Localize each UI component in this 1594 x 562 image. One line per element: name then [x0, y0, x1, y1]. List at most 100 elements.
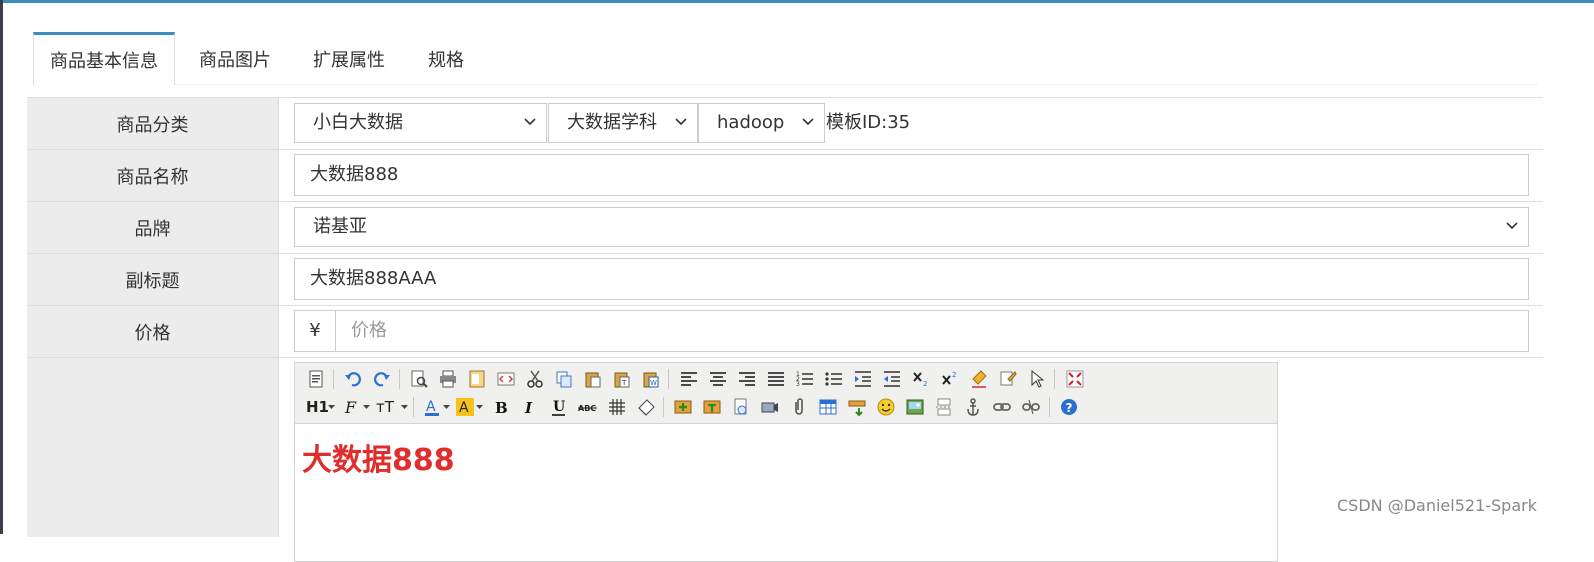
- insert-row-above-icon[interactable]: [673, 397, 693, 417]
- name-label: 商品名称: [27, 150, 279, 201]
- undo-icon[interactable]: [343, 369, 363, 389]
- paste-text-icon[interactable]: T: [612, 369, 632, 389]
- category1-select[interactable]: 小白大数据: [294, 103, 547, 143]
- background-color-icon[interactable]: A: [455, 397, 475, 417]
- align-left-icon[interactable]: [679, 369, 699, 389]
- attachment-file-icon[interactable]: [731, 397, 751, 417]
- toolbar-separator: [1054, 369, 1055, 389]
- toolbar-separator: [1049, 397, 1050, 417]
- source-code-icon[interactable]: [306, 369, 326, 389]
- left-sidebar-edge: [0, 0, 3, 534]
- category2-value: 大数据学科: [567, 112, 657, 133]
- heading-dropdown[interactable]: H1: [306, 396, 329, 418]
- tab-bar: 商品基本信息 商品图片 扩展属性 规格: [33, 32, 1538, 85]
- editor-content[interactable]: 大数据888: [302, 435, 455, 479]
- font-size-dropdown[interactable]: тT: [376, 396, 394, 418]
- format-painter-icon[interactable]: [998, 369, 1018, 389]
- brand-select[interactable]: 诺基亚: [294, 207, 1529, 247]
- anchor-icon[interactable]: [963, 397, 983, 417]
- underline-icon[interactable]: U: [549, 397, 569, 417]
- font-color-icon[interactable]: A: [423, 397, 443, 417]
- select-all-icon[interactable]: [1027, 369, 1047, 389]
- italic-icon[interactable]: I: [520, 397, 540, 417]
- indent-icon[interactable]: [853, 369, 873, 389]
- editor-toolbar: T W 123 2 2 H1 F тT A A B I U ABC ?: [295, 363, 1277, 424]
- chevron-down-icon: [1506, 208, 1518, 246]
- code-snippet-icon[interactable]: [496, 369, 516, 389]
- svg-text:U: U: [553, 399, 565, 415]
- category-row: 商品分类 小白大数据 大数据学科 hadoop 模板ID:35: [27, 97, 1543, 149]
- insert-table-icon[interactable]: [818, 397, 838, 417]
- insert-row-below-icon[interactable]: [702, 397, 722, 417]
- subtitle-label: 副标题: [27, 254, 279, 305]
- svg-text:B: B: [495, 399, 508, 417]
- chevron-down-icon: [328, 405, 335, 409]
- paste-word-icon[interactable]: W: [641, 369, 661, 389]
- help-icon[interactable]: ?: [1059, 397, 1079, 417]
- video-icon[interactable]: [760, 397, 780, 417]
- toolbar-separator: [668, 369, 669, 389]
- paperclip-icon[interactable]: [789, 397, 809, 417]
- category-field: 小白大数据 大数据学科 hadoop 模板ID:35: [280, 98, 1543, 149]
- unordered-list-icon[interactable]: [824, 369, 844, 389]
- tab-basic-info[interactable]: 商品基本信息: [33, 32, 175, 85]
- subtitle-row: 副标题 大数据888AAA: [27, 253, 1543, 305]
- brand-label: 品牌: [27, 202, 279, 253]
- print-icon[interactable]: [438, 369, 458, 389]
- link-icon[interactable]: [992, 397, 1012, 417]
- svg-text:A: A: [459, 400, 469, 416]
- emoticon-icon[interactable]: [876, 397, 896, 417]
- toolbar-separator: [399, 369, 400, 389]
- template-icon[interactable]: [467, 369, 487, 389]
- chevron-down-icon: [363, 405, 370, 409]
- fullscreen-icon[interactable]: [1065, 369, 1085, 389]
- eraser-icon[interactable]: [636, 397, 656, 417]
- tab-specs[interactable]: 规格: [418, 32, 474, 84]
- ordered-list-icon[interactable]: 123: [795, 369, 815, 389]
- superscript-icon[interactable]: 2: [940, 369, 960, 389]
- svg-text:3: 3: [796, 381, 800, 388]
- tab-images[interactable]: 商品图片: [189, 32, 281, 84]
- category2-select[interactable]: 大数据学科: [548, 103, 698, 143]
- image-icon[interactable]: [905, 397, 925, 417]
- insert-pagebreak-icon[interactable]: [847, 397, 867, 417]
- justify-icon[interactable]: [766, 369, 786, 389]
- strikethrough-icon[interactable]: ABC: [578, 397, 598, 417]
- chevron-down-icon: [443, 405, 450, 409]
- copy-icon[interactable]: [554, 369, 574, 389]
- chevron-down-icon: [401, 405, 408, 409]
- paste-icon[interactable]: [583, 369, 603, 389]
- svg-text:F: F: [344, 398, 357, 417]
- subtitle-input[interactable]: 大数据888AAA: [294, 258, 1529, 300]
- description-row: T W 123 2 2 H1 F тT A A B I U ABC ? 大数据8…: [27, 357, 1543, 562]
- preview-icon[interactable]: [409, 369, 429, 389]
- toolbar-separator: [663, 397, 664, 417]
- redo-icon[interactable]: [372, 369, 392, 389]
- template-id-text: 模板ID:35: [826, 112, 911, 133]
- cut-icon[interactable]: [525, 369, 545, 389]
- chevron-down-icon: [476, 405, 483, 409]
- svg-text:W: W: [650, 379, 657, 387]
- table-grid-icon[interactable]: [607, 397, 627, 417]
- subscript-icon[interactable]: 2: [911, 369, 931, 389]
- toolbar-separator: [333, 369, 334, 389]
- brand-field: 诺基亚: [280, 202, 1543, 253]
- category3-select[interactable]: hadoop: [698, 103, 825, 143]
- align-right-icon[interactable]: [737, 369, 757, 389]
- svg-text:2: 2: [923, 380, 927, 388]
- rich-text-editor[interactable]: T W 123 2 2 H1 F тT A A B I U ABC ? 大数据8…: [294, 362, 1278, 562]
- outdent-icon[interactable]: [882, 369, 902, 389]
- category3-value: hadoop: [717, 112, 785, 133]
- svg-text:2: 2: [952, 371, 956, 379]
- name-input[interactable]: 大数据888: [294, 154, 1529, 196]
- align-center-icon[interactable]: [708, 369, 728, 389]
- page-break-icon[interactable]: [934, 397, 954, 417]
- unlink-icon[interactable]: [1021, 397, 1041, 417]
- font-family-icon[interactable]: F: [343, 397, 363, 417]
- price-field: ¥ 价格: [280, 306, 1543, 357]
- clear-format-icon[interactable]: [969, 369, 989, 389]
- price-input[interactable]: 价格: [335, 310, 1529, 352]
- chevron-down-icon: [524, 104, 536, 142]
- tab-extended-attributes[interactable]: 扩展属性: [303, 32, 395, 84]
- bold-icon[interactable]: B: [491, 397, 511, 417]
